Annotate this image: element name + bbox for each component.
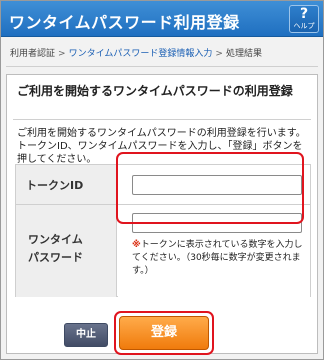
help-label: ヘルプ: [293, 22, 315, 30]
token-id-label: トークンID: [26, 179, 84, 192]
breadcrumb-divider: [6, 66, 318, 67]
page-header: ワンタイムパスワード利用登録 ? ヘルプ: [1, 1, 323, 37]
otp-label-line1: ワンタイム: [28, 233, 83, 246]
cancel-button[interactable]: 中止: [64, 323, 108, 347]
token-id-label-cell: トークンID: [16, 165, 117, 205]
help-button[interactable]: ? ヘルプ: [289, 5, 319, 33]
breadcrumb-step-input: ワンタイムパスワード登録情報入力: [68, 49, 213, 59]
breadcrumb-step-result: 処理結果: [225, 49, 262, 59]
otp-label-cell: ワンタイムパスワード: [16, 205, 117, 297]
breadcrumb-separator: >: [215, 49, 223, 59]
otp-hint: ※トークンに表示されている数字を入力してください。（30秒毎に数字が変更されます…: [132, 239, 304, 278]
section-title: ご利用を開始するワンタイムパスワードの利用登録: [17, 84, 293, 98]
register-highlight-box: [114, 311, 214, 355]
otp-label: ワンタイムパスワード: [28, 231, 83, 267]
section-divider: [13, 119, 311, 120]
otp-label-line2: パスワード: [28, 251, 83, 264]
page-title: ワンタイムパスワード利用登録: [9, 13, 240, 32]
breadcrumb-step-auth: 利用者認証: [10, 49, 56, 59]
help-icon: ?: [299, 6, 309, 22]
input-highlight-box: [116, 152, 304, 224]
breadcrumb-separator: >: [58, 49, 66, 59]
note-mark-icon: ※: [132, 240, 141, 250]
otp-hint-text: トークンに表示されている数字を入力してください。（30秒毎に数字が変更されます。…: [132, 240, 303, 276]
breadcrumb: 利用者認証 > ワンタイムパスワード登録情報入力 > 処理結果: [10, 46, 262, 59]
